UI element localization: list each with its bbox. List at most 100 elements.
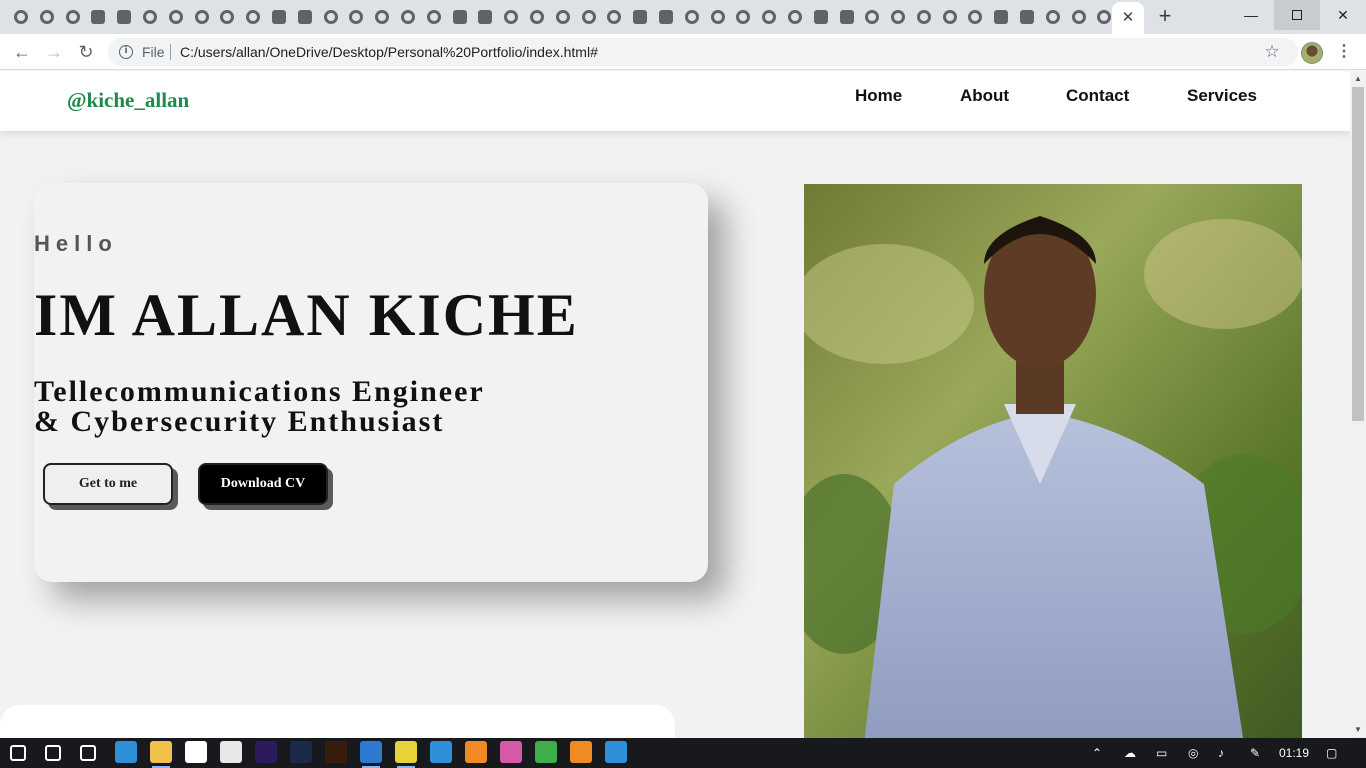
nav-home-link[interactable]: Home bbox=[855, 86, 902, 106]
browser-tab[interactable] bbox=[885, 5, 911, 29]
get-to-me-button[interactable]: Get to me bbox=[43, 463, 173, 505]
browser-tab[interactable] bbox=[266, 5, 292, 29]
volume-icon[interactable]: ♪ bbox=[1218, 738, 1224, 768]
vlc-icon[interactable] bbox=[570, 741, 592, 763]
browser-tab[interactable] bbox=[421, 5, 447, 29]
tab-favicon-icon bbox=[504, 10, 519, 24]
omnibox-divider bbox=[170, 44, 171, 60]
browser-tab[interactable] bbox=[498, 5, 524, 29]
illustrator-icon[interactable] bbox=[325, 741, 347, 763]
browser-tab[interactable] bbox=[937, 5, 963, 29]
browser-tab[interactable] bbox=[653, 5, 679, 29]
browser-tab[interactable] bbox=[1014, 5, 1040, 29]
terminal-icon[interactable] bbox=[430, 741, 452, 763]
scroll-down-arrow-icon[interactable]: ▼ bbox=[1350, 722, 1366, 738]
close-window-button[interactable]: ✕ bbox=[1320, 0, 1366, 30]
browser-tab[interactable] bbox=[1066, 5, 1092, 29]
photos-icon[interactable] bbox=[605, 741, 627, 763]
tab-favicon-icon bbox=[839, 10, 854, 24]
browser-tab[interactable] bbox=[343, 5, 369, 29]
browser-tab[interactable] bbox=[730, 5, 756, 29]
close-tab-icon[interactable]: ✕ bbox=[1120, 8, 1136, 28]
browser-tab[interactable] bbox=[782, 5, 808, 29]
reload-button[interactable]: ↻ bbox=[74, 40, 98, 64]
minimize-button[interactable]: — bbox=[1228, 0, 1274, 30]
browser-tab[interactable] bbox=[524, 5, 550, 29]
browser-tab[interactable] bbox=[576, 5, 602, 29]
browser-tab[interactable] bbox=[472, 5, 498, 29]
browser-tab[interactable] bbox=[988, 5, 1014, 29]
back-button[interactable]: ← bbox=[10, 40, 34, 64]
browser-tab[interactable] bbox=[756, 5, 782, 29]
browser-tab[interactable] bbox=[962, 5, 988, 29]
show-hidden-icons[interactable]: ⌃ bbox=[1092, 738, 1102, 768]
arrow-left-icon: ← bbox=[13, 42, 31, 62]
browser-tab[interactable] bbox=[214, 5, 240, 29]
forward-button[interactable]: → bbox=[42, 40, 66, 64]
browser-tab[interactable] bbox=[292, 5, 318, 29]
chrome-icon[interactable] bbox=[395, 741, 417, 768]
file-explorer-icon[interactable] bbox=[150, 741, 172, 768]
scroll-up-arrow-icon[interactable]: ▲ bbox=[1350, 71, 1366, 87]
active-tab[interactable]: ✕ bbox=[1112, 2, 1144, 34]
browser-tab[interactable] bbox=[395, 5, 421, 29]
task-view-icon[interactable] bbox=[80, 745, 96, 761]
info-icon[interactable]: i bbox=[119, 45, 133, 59]
itunes-icon[interactable] bbox=[500, 741, 522, 763]
photoshop-icon[interactable] bbox=[290, 741, 312, 763]
url-text[interactable]: C:/users/allan/OneDrive/Desktop/Personal… bbox=[180, 44, 598, 60]
browser-tab[interactable] bbox=[8, 5, 34, 29]
tab-list bbox=[8, 5, 1117, 29]
edge-icon[interactable] bbox=[115, 741, 137, 763]
star-icon[interactable]: ☆ bbox=[1262, 40, 1282, 64]
network-icon[interactable]: ◎ bbox=[1188, 738, 1198, 768]
browser-tab[interactable] bbox=[369, 5, 395, 29]
profile-avatar[interactable] bbox=[1301, 42, 1323, 64]
nav-contact-link[interactable]: Contact bbox=[1066, 86, 1129, 106]
download-cv-button[interactable]: Download CV bbox=[198, 463, 328, 505]
search-app-icon[interactable] bbox=[465, 741, 487, 763]
app-icon[interactable] bbox=[535, 741, 557, 763]
browser-tab[interactable] bbox=[318, 5, 344, 29]
page-scrollbar[interactable]: ▲ ▼ bbox=[1350, 71, 1366, 738]
browser-tab[interactable] bbox=[1040, 5, 1066, 29]
pen-icon[interactable]: ✎ bbox=[1250, 738, 1260, 768]
nav-services-link[interactable]: Services bbox=[1187, 86, 1257, 106]
store-icon[interactable] bbox=[185, 741, 207, 763]
search-icon[interactable] bbox=[45, 745, 61, 761]
browser-tab[interactable] bbox=[911, 5, 937, 29]
kebab-menu-icon[interactable]: ⋮ bbox=[1336, 40, 1352, 64]
browser-tab[interactable] bbox=[189, 5, 215, 29]
premiere-icon[interactable] bbox=[255, 741, 277, 763]
tab-favicon-icon bbox=[1045, 10, 1060, 24]
browser-tab[interactable] bbox=[808, 5, 834, 29]
nav-about-link[interactable]: About bbox=[960, 86, 1009, 106]
scroll-thumb[interactable] bbox=[1352, 87, 1364, 421]
browser-tab[interactable] bbox=[834, 5, 860, 29]
browser-tab[interactable] bbox=[447, 5, 473, 29]
browser-tab[interactable] bbox=[85, 5, 111, 29]
browser-tab[interactable] bbox=[627, 5, 653, 29]
new-tab-button[interactable]: + bbox=[1152, 4, 1178, 30]
battery-icon[interactable]: ▭ bbox=[1156, 738, 1167, 768]
browser-tab[interactable] bbox=[34, 5, 60, 29]
browser-tab[interactable] bbox=[705, 5, 731, 29]
browser-tab[interactable] bbox=[60, 5, 86, 29]
vscode-icon[interactable] bbox=[360, 741, 382, 768]
address-bar[interactable]: i File C:/users/allan/OneDrive/Desktop/P… bbox=[108, 38, 1298, 66]
browser-tab[interactable] bbox=[679, 5, 705, 29]
clock[interactable]: 01:19 bbox=[1279, 738, 1309, 768]
onedrive-icon[interactable]: ☁ bbox=[1124, 738, 1136, 768]
notifications-icon[interactable]: ▢ bbox=[1326, 738, 1337, 768]
browser-tab[interactable] bbox=[240, 5, 266, 29]
mail-icon[interactable] bbox=[220, 741, 242, 763]
browser-tab[interactable] bbox=[550, 5, 576, 29]
browser-tab[interactable] bbox=[601, 5, 627, 29]
browser-tab[interactable] bbox=[111, 5, 137, 29]
browser-tab[interactable] bbox=[137, 5, 163, 29]
site-brand[interactable]: @kiche_allan bbox=[67, 88, 189, 113]
browser-tab[interactable] bbox=[859, 5, 885, 29]
windows-start-icon[interactable] bbox=[10, 745, 26, 761]
browser-tab[interactable] bbox=[163, 5, 189, 29]
restore-button[interactable] bbox=[1274, 0, 1320, 30]
